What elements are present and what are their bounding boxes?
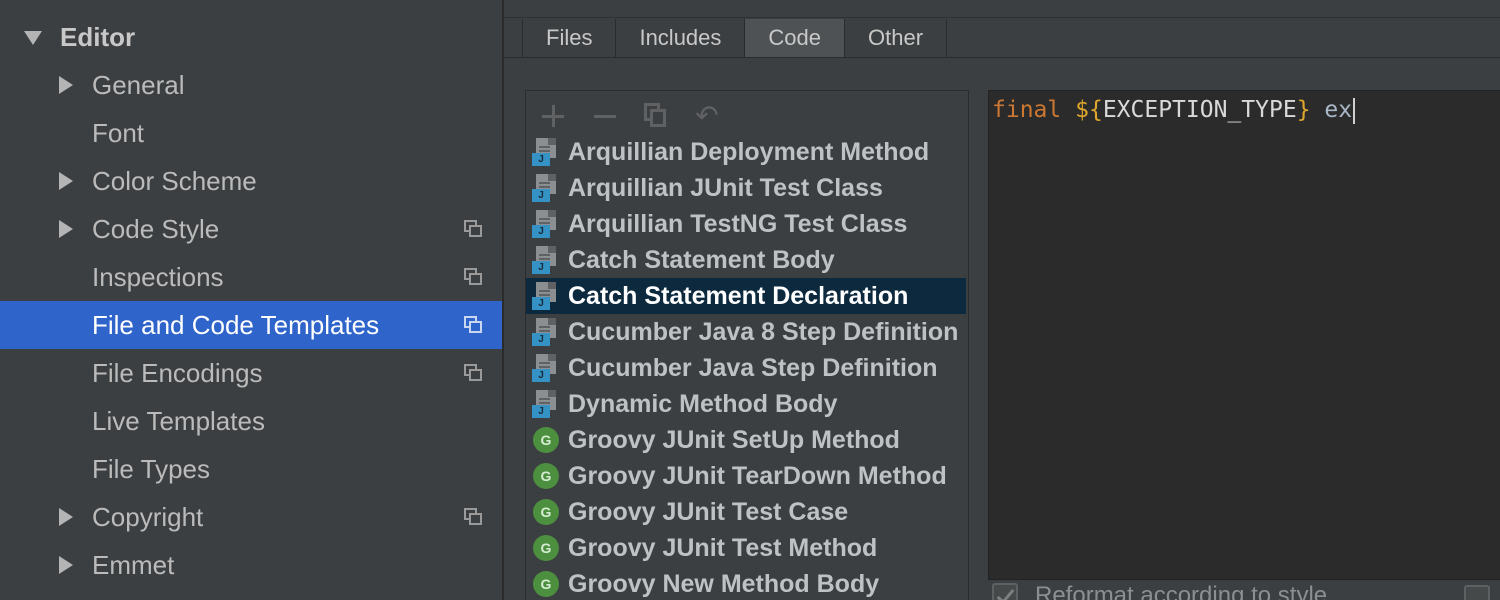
groovy-file-icon: G xyxy=(532,462,559,490)
code-variable: ${EXCEPTION_TYPE} xyxy=(1075,97,1311,123)
sidebar-item-label: Emmet xyxy=(92,549,175,580)
template-name: Cucumber Java 8 Step Definition xyxy=(568,318,959,346)
sidebar-item-code-style[interactable]: Code Style xyxy=(0,205,502,253)
sidebar-item-label: File Encodings xyxy=(92,357,263,388)
project-scope-icon xyxy=(464,364,484,382)
java-file-icon: J xyxy=(532,246,558,274)
sidebar-item-label: Font xyxy=(92,117,145,148)
sidebar-item-label: Live Templates xyxy=(92,405,265,436)
sidebar-item-label: Inspections xyxy=(92,261,224,292)
template-tabs: Files Includes Code Other xyxy=(522,19,948,57)
template-list-item[interactable]: G Groovy JUnit SetUp Method xyxy=(526,422,966,458)
java-file-icon: J xyxy=(532,282,558,310)
template-name: Groovy JUnit SetUp Method xyxy=(568,426,900,454)
sidebar-item-live-templates[interactable]: Live Templates xyxy=(0,397,502,445)
template-list-item[interactable]: J Arquillian JUnit Test Class xyxy=(526,170,966,206)
sidebar-item-copyright[interactable]: Copyright xyxy=(0,493,502,541)
reset-template-button[interactable]: ↶ xyxy=(692,101,722,131)
template-name: Arquillian Deployment Method xyxy=(568,138,930,166)
project-scope-icon xyxy=(464,268,484,286)
groovy-file-icon: G xyxy=(532,426,559,454)
template-list-item[interactable]: J Dynamic Method Body xyxy=(526,386,966,422)
sidebar-item-general[interactable]: General xyxy=(0,61,502,109)
template-list-item[interactable]: J Cucumber Java Step Definition xyxy=(526,350,966,386)
sidebar-item-label: Copyright xyxy=(92,501,204,532)
template-name: Groovy JUnit Test Case xyxy=(568,498,849,526)
text-caret xyxy=(1353,97,1356,124)
template-list-item[interactable]: J Catch Statement Declaration xyxy=(526,278,966,314)
sidebar-item-label: Color Scheme xyxy=(92,165,257,196)
sidebar-item-label: File Types xyxy=(92,453,211,484)
groovy-file-icon: G xyxy=(532,498,559,526)
project-scope-icon xyxy=(464,220,484,238)
sidebar-item-font[interactable]: Font xyxy=(0,109,502,157)
reformat-label: Reformat according to style xyxy=(1035,582,1328,600)
sidebar-item-emmet[interactable]: Emmet xyxy=(0,541,502,589)
code-identifier: ex xyxy=(1324,97,1353,123)
java-file-icon: J xyxy=(532,174,558,202)
java-file-icon: J xyxy=(532,354,558,382)
content-header-strip xyxy=(504,0,1500,18)
copy-template-button[interactable] xyxy=(642,101,672,131)
template-list-panel: ↶ J Arquillian Deployment Method J Arquilli… xyxy=(525,90,969,600)
template-name: Groovy JUnit Test Method xyxy=(568,534,878,562)
template-code-editor[interactable]: final ${EXCEPTION_TYPE} ex xyxy=(988,90,1500,580)
option-checkbox[interactable] xyxy=(1464,585,1490,600)
template-name: Groovy JUnit TearDown Method xyxy=(568,462,947,490)
template-name: Dynamic Method Body xyxy=(568,390,838,418)
reformat-checkbox[interactable] xyxy=(992,583,1018,600)
remove-template-button[interactable] xyxy=(590,101,620,131)
template-name: Groovy New Method Body xyxy=(568,570,880,598)
code-line: final ${EXCEPTION_TYPE} ex xyxy=(992,95,1356,125)
java-file-icon: J xyxy=(532,390,558,418)
expand-arrow-icon[interactable] xyxy=(59,556,73,574)
template-list-item[interactable]: J Arquillian Deployment Method xyxy=(526,134,966,170)
java-file-icon: J xyxy=(532,138,558,166)
sidebar-item-file-types[interactable]: File Types xyxy=(0,445,502,493)
tab-includes[interactable]: Includes xyxy=(616,19,746,57)
tab-divider xyxy=(504,57,1500,58)
template-name: Arquillian TestNG Test Class xyxy=(568,210,908,238)
project-scope-icon xyxy=(464,316,484,334)
template-list-item[interactable]: G Groovy JUnit Test Case xyxy=(526,494,966,530)
groovy-file-icon: G xyxy=(532,534,559,562)
code-keyword: final xyxy=(992,97,1062,123)
collapse-arrow-icon[interactable] xyxy=(24,31,42,45)
settings-sidebar: Editor General Font Color Scheme Code Style… xyxy=(0,0,502,600)
tree-section-editor[interactable]: Editor xyxy=(0,13,502,61)
list-toolbar: ↶ xyxy=(526,91,968,139)
java-file-icon: J xyxy=(532,318,558,346)
tab-files[interactable]: Files xyxy=(522,19,617,57)
template-list-item[interactable]: G Groovy JUnit Test Method xyxy=(526,530,966,566)
tab-other[interactable]: Other xyxy=(845,19,948,57)
template-name: Cucumber Java Step Definition xyxy=(568,354,938,382)
add-template-button[interactable] xyxy=(538,101,568,131)
sidebar-item-file-and-code-templates[interactable]: File and Code Templates xyxy=(0,301,502,349)
template-name: Catch Statement Body xyxy=(568,246,835,274)
project-scope-icon xyxy=(464,508,484,526)
tab-code[interactable]: Code xyxy=(745,19,845,57)
expand-arrow-icon[interactable] xyxy=(59,508,73,526)
java-file-icon: J xyxy=(532,210,558,238)
sidebar-item-file-encodings[interactable]: File Encodings xyxy=(0,349,502,397)
template-list-item[interactable]: G Groovy JUnit TearDown Method xyxy=(526,458,966,494)
template-list-item[interactable]: J Cucumber Java 8 Step Definition xyxy=(526,314,966,350)
sidebar-item-label: General xyxy=(92,69,185,100)
template-list-item[interactable]: J Catch Statement Body xyxy=(526,242,966,278)
expand-arrow-icon[interactable] xyxy=(59,172,73,190)
template-name: Catch Statement Declaration xyxy=(568,282,909,310)
template-name: Arquillian JUnit Test Class xyxy=(568,174,883,202)
settings-content: Files Includes Code Other ↶ J Arquillian … xyxy=(504,0,1500,600)
sidebar-item-color-scheme[interactable]: Color Scheme xyxy=(0,157,502,205)
tree-section-label: Editor xyxy=(60,21,136,52)
groovy-file-icon: G xyxy=(532,570,559,598)
sidebar-item-label: Code Style xyxy=(92,213,220,244)
sidebar-item-inspections[interactable]: Inspections xyxy=(0,253,502,301)
expand-arrow-icon[interactable] xyxy=(59,220,73,238)
template-list-item[interactable]: J Arquillian TestNG Test Class xyxy=(526,206,966,242)
sidebar-item-label: File and Code Templates xyxy=(92,309,380,340)
expand-arrow-icon[interactable] xyxy=(59,76,73,94)
template-list-item[interactable]: G Groovy New Method Body xyxy=(526,566,966,600)
